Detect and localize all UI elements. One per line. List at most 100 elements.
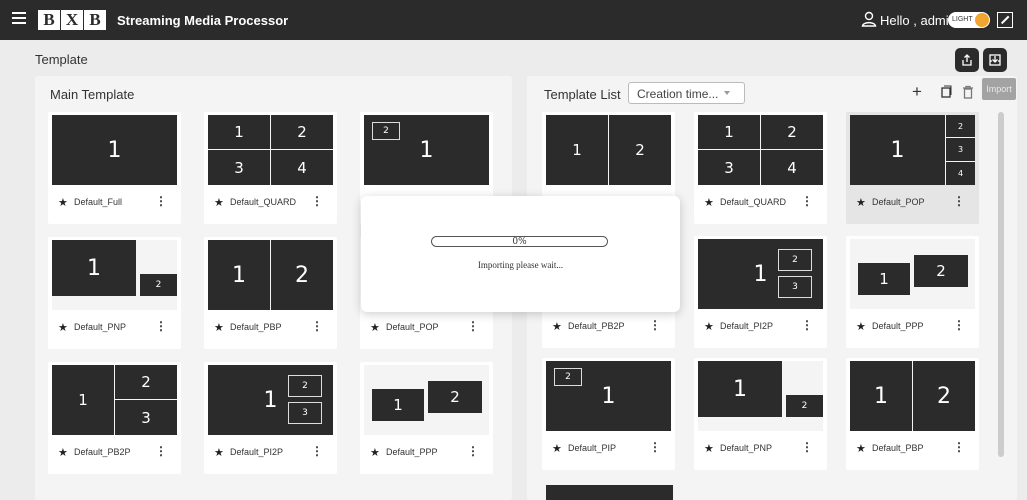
kebab-icon[interactable]: ⋮ (155, 194, 167, 208)
sort-dropdown[interactable]: Creation time... (628, 82, 745, 104)
kebab-icon[interactable]: ⋮ (953, 440, 965, 454)
template-name: Default_PB2P (74, 447, 131, 457)
scrollbar[interactable] (998, 112, 1004, 457)
app-title: Streaming Media Processor (117, 13, 289, 28)
export-button[interactable] (955, 48, 979, 72)
list-template-card[interactable]: 1 2 ★ Default_PIP ⋮ (542, 358, 675, 470)
layout-window: 2 (609, 115, 671, 185)
template-name: Default_PPP (386, 447, 438, 457)
main-template-card[interactable]: 1 2 ★ Default_PBP ⋮ (204, 237, 337, 349)
import-button[interactable] (983, 48, 1007, 72)
trash-icon[interactable] (962, 85, 974, 99)
star-icon[interactable]: ★ (214, 446, 224, 459)
progress-text: 0% (512, 237, 527, 247)
kebab-icon[interactable]: ⋮ (801, 318, 813, 332)
layout-window: 3 (698, 150, 760, 185)
star-icon[interactable]: ★ (704, 320, 714, 333)
main-template-card[interactable]: 1 2 3 ★ Default_PB2P ⋮ (48, 362, 181, 474)
star-icon[interactable]: ★ (58, 196, 68, 209)
layout-thumbnail: 1234 (850, 115, 975, 185)
user-icon[interactable] (861, 11, 877, 27)
list-template-card[interactable]: 1 2 ★ Default_PNP ⋮ (694, 358, 827, 470)
list-template-card[interactable]: 1 2 ★ Default_PBP ⋮ (846, 358, 979, 470)
template-name: Default_PNP (74, 322, 127, 332)
import-icon (989, 54, 1001, 66)
layout-thumbnail: 12 (698, 361, 823, 431)
export-icon (962, 54, 972, 66)
template-name: Default_PIP (568, 443, 617, 453)
kebab-icon[interactable]: ⋮ (155, 319, 167, 333)
list-template-card[interactable]: 1 2 ★ Default_PPP ⋮ (846, 236, 979, 348)
main-template-title: Main Template (50, 87, 135, 102)
kebab-icon[interactable]: ⋮ (311, 444, 323, 458)
kebab-icon[interactable]: ⋮ (311, 194, 323, 208)
template-list-title: Template List (544, 87, 621, 102)
template-name: Default_PI2P (720, 321, 774, 331)
layout-window: 1 (52, 365, 114, 435)
main-template-card[interactable]: 1 2 ★ Default_PPP ⋮ (360, 362, 493, 474)
list-template-card[interactable]: 1 2 3 ★ Default_PI2P ⋮ (694, 236, 827, 348)
user-greeting[interactable]: Hello , admin (880, 13, 956, 28)
star-icon[interactable]: ★ (856, 320, 866, 333)
layout-thumbnail: 12 (850, 239, 975, 309)
layout-window: 2 (372, 122, 400, 140)
layout-window: 2 (554, 368, 582, 386)
template-name: Default_Full (74, 197, 123, 207)
template-name: Default_PB2P (568, 321, 625, 331)
layout-window: 1 (698, 361, 782, 417)
star-icon[interactable]: ★ (856, 442, 866, 455)
list-template-card[interactable]: 1 2 3 4 ★ Default_POP ⋮ (846, 112, 979, 224)
star-icon[interactable]: ★ (370, 321, 380, 334)
plus-icon[interactable]: + (912, 82, 922, 102)
star-icon[interactable]: ★ (704, 442, 714, 455)
kebab-icon[interactable]: ⋮ (467, 319, 479, 333)
kebab-icon[interactable]: ⋮ (467, 444, 479, 458)
kebab-icon[interactable]: ⋮ (953, 194, 965, 208)
star-icon[interactable]: ★ (704, 196, 714, 209)
template-name: Default_PI2P (230, 447, 284, 457)
layout-window: 4 (271, 150, 333, 185)
star-icon[interactable]: ★ (58, 321, 68, 334)
kebab-icon[interactable]: ⋮ (649, 440, 661, 454)
star-icon[interactable]: ★ (552, 442, 562, 455)
main-template-card[interactable]: 1 2 3 ★ Default_PI2P ⋮ (204, 362, 337, 474)
main-template-card[interactable]: 1 2 ★ Default_PNP ⋮ (48, 237, 181, 349)
layout-thumbnail: 12 (850, 361, 975, 431)
template-name: Default_POP (386, 322, 439, 332)
kebab-icon[interactable]: ⋮ (649, 318, 661, 332)
star-icon[interactable]: ★ (214, 196, 224, 209)
kebab-icon[interactable]: ⋮ (801, 194, 813, 208)
layout-window: 2 (914, 255, 968, 287)
list-template-card[interactable]: 1 2 3 4 ★ Default_QUARD ⋮ (694, 112, 827, 224)
toggle-knob (975, 13, 989, 27)
kebab-icon[interactable]: ⋮ (801, 440, 813, 454)
layout-window: 2 (140, 274, 177, 296)
hamburger-icon[interactable] (12, 12, 26, 24)
layout-window: 1 (698, 115, 760, 149)
kebab-icon[interactable]: ⋮ (311, 319, 323, 333)
star-icon[interactable]: ★ (58, 446, 68, 459)
layout-window: 1 (850, 115, 945, 185)
theme-toggle[interactable]: LIGHT (948, 12, 990, 28)
copy-icon[interactable] (940, 85, 952, 99)
kebab-icon[interactable]: ⋮ (953, 318, 965, 332)
modal-message: Importing please wait... (477, 260, 564, 270)
expand-icon[interactable] (997, 12, 1013, 28)
template-name: Default_QUARD (720, 197, 787, 207)
star-icon[interactable]: ★ (856, 196, 866, 209)
kebab-icon[interactable]: ⋮ (155, 444, 167, 458)
layout-window: 2 (271, 115, 333, 149)
layout-window: 2 (946, 115, 975, 137)
main-template-card[interactable]: 1 2 3 4 ★ Default_QUARD ⋮ (204, 112, 337, 224)
star-icon[interactable]: ★ (552, 320, 562, 333)
layout-thumbnail: 12 (364, 365, 489, 435)
main-template-card[interactable]: 1 ★ Default_Full ⋮ (48, 112, 181, 224)
star-icon[interactable]: ★ (370, 446, 380, 459)
layout-window: 3 (288, 402, 322, 424)
layout-window: 1 (850, 361, 912, 431)
layout-window: 3 (778, 276, 812, 298)
layout-window: 4 (761, 150, 823, 185)
chevron-down-icon (724, 91, 730, 95)
star-icon[interactable]: ★ (214, 321, 224, 334)
theme-label: LIGHT (952, 16, 973, 23)
